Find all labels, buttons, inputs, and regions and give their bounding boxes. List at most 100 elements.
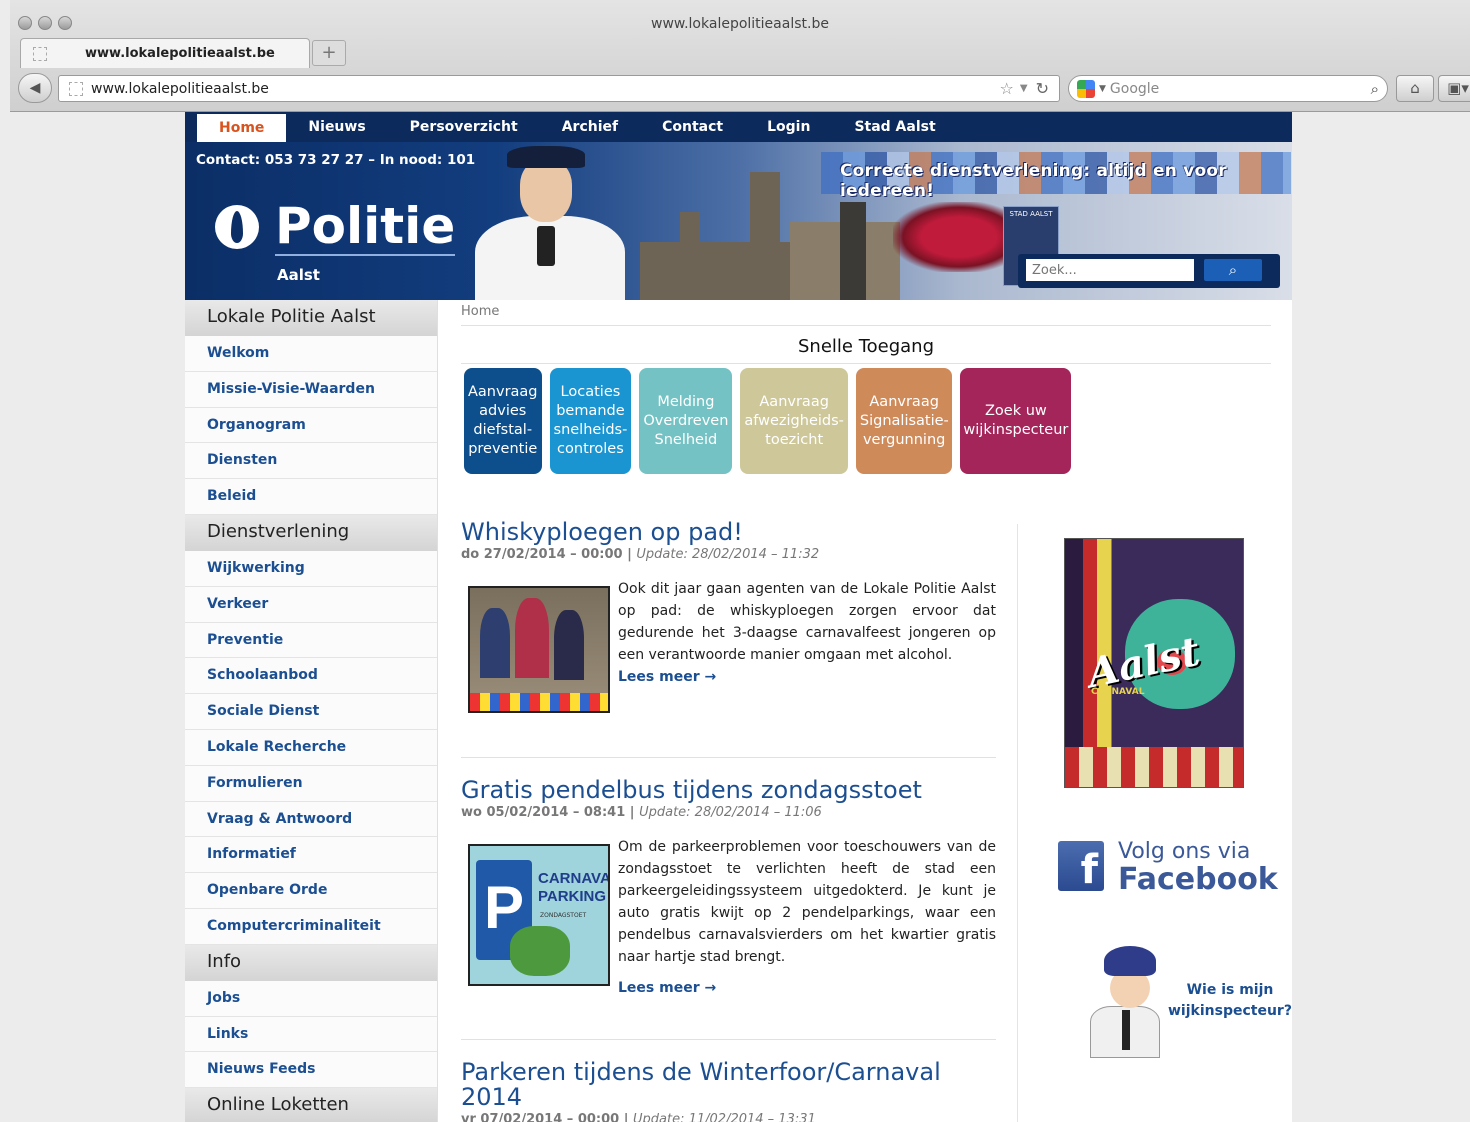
right-column: Aalst CARNAVAL f Volg ons via Facebook W… (1017, 524, 1292, 1122)
quick-access-tile[interactable]: Zoek uw wijkinspecteur (960, 368, 1072, 474)
sidebar-item[interactable]: Nieuws Feeds (185, 1052, 437, 1089)
sidebar-item[interactable]: Informatief (185, 837, 437, 874)
page-icon (69, 81, 83, 96)
parking-subtitle: ZONDAGSTOET (540, 912, 587, 919)
logo-subtitle: Aalst (277, 266, 320, 284)
quick-access-tile[interactable]: Aanvraag Signalisatie-vergunning (855, 368, 953, 474)
quick-access-tile[interactable]: Locaties bemande snelheids-controles (549, 368, 632, 474)
news-article: Parkeren tijdens de Winterfoor/Carnaval … (461, 1040, 996, 1122)
website: Home Nieuws Persoverzicht Archief Contac… (185, 112, 1292, 1122)
facebook-icon: f (1058, 841, 1104, 893)
facebook-line2: Facebook (1118, 862, 1278, 897)
article-meta: vr 07/02/2014 – 00:00 | Update: 11/02/20… (461, 1112, 996, 1122)
new-tab-button[interactable]: + (312, 40, 346, 66)
quick-access-tile[interactable]: Aanvraag advies diefstal-preventie (464, 368, 542, 474)
nav-login[interactable]: Login (745, 112, 832, 142)
wijkinspecteur-illustration[interactable] (1086, 944, 1162, 1060)
search-icon: ⌕ (1228, 261, 1238, 279)
navigation-toolbar: ◀ www.lokalepolitieaalst.be ☆ ▼ ↻ ▼ Goog… (10, 70, 1470, 110)
address-bar[interactable]: www.lokalepolitieaalst.be ☆ ▼ ↻ (58, 75, 1060, 102)
read-more-link[interactable]: Lees meer → (618, 669, 716, 685)
header-banner: Contact: 053 73 27 27 – In nood: 101 Pol… (185, 142, 1292, 300)
sidebar: Lokale Politie Aalst Welkom Missie-Visie-W… (185, 300, 438, 1122)
search-input[interactable] (1026, 259, 1194, 281)
top-navigation: Home Nieuws Persoverzicht Archief Contac… (185, 112, 1292, 142)
tagline: Correcte dienstverlening: altijd en voor… (840, 161, 1227, 201)
page-icon (33, 46, 47, 61)
sidebar-section-title: Lokale Politie Aalst (185, 300, 437, 336)
carnival-mask-photo (893, 202, 1003, 272)
url-text[interactable]: www.lokalepolitieaalst.be (91, 81, 1000, 97)
article-date: vr 07/02/2014 – 00:00 (461, 1112, 620, 1122)
article-meta: do 27/02/2014 – 00:00 | Update: 28/02/20… (461, 547, 820, 562)
sidebar-item[interactable]: Verkeer (185, 586, 437, 623)
nav-nieuws[interactable]: Nieuws (286, 112, 387, 142)
article-title[interactable]: Parkeren tijdens de Winterfoor/Carnaval … (461, 1060, 961, 1110)
breadcrumb[interactable]: Home (461, 300, 1271, 326)
search-icon[interactable]: ⌕ (1371, 80, 1379, 98)
police-flame-icon (215, 205, 259, 249)
sidebar-item[interactable]: Preventie (185, 622, 437, 659)
search-button[interactable]: ⌕ (1204, 259, 1262, 281)
sidebar-item[interactable]: Sociale Dienst (185, 694, 437, 730)
sidebar-item[interactable]: Formulieren (185, 765, 437, 802)
browser-tab[interactable]: www.lokalepolitieaalst.be (20, 38, 310, 68)
history-dropdown-icon[interactable]: ▼ (1020, 83, 1028, 94)
sidebar-item[interactable]: Links (185, 1016, 437, 1053)
article-title[interactable]: Whiskyploegen op pad! (461, 520, 996, 545)
reload-icon[interactable]: ↻ (1036, 79, 1049, 98)
back-button[interactable]: ◀ (18, 73, 52, 103)
quick-access-tile[interactable]: Melding Overdreven Snelheid (639, 368, 733, 474)
read-more-link[interactable]: Lees meer → (618, 980, 716, 996)
news-article: Whiskyploegen op pad! do 27/02/2014 – 00… (461, 520, 996, 758)
sidebar-item[interactable]: Schoolaanbod (185, 658, 437, 695)
article-update: Update: 28/02/2014 – 11:06 (639, 805, 822, 820)
sidebar-item[interactable]: Missie-Visie-Waarden (185, 371, 437, 408)
sidebar-item[interactable]: Wijkwerking (185, 550, 437, 587)
browser-chrome: www.lokalepolitieaalst.be www.lokalepoli… (10, 0, 1470, 112)
sidebar-item[interactable]: Diensten (185, 443, 437, 480)
nav-home[interactable]: Home (197, 114, 287, 142)
police-officer-photo (465, 146, 635, 300)
carnaval-poster[interactable]: Aalst CARNAVAL (1064, 538, 1244, 788)
engine-dropdown-icon[interactable]: ▼ (1099, 84, 1106, 94)
sidebar-item[interactable]: Openbare Orde (185, 873, 437, 909)
politie-logo[interactable]: Politie (215, 198, 456, 256)
sidebar-item[interactable]: Computercriminaliteit (185, 908, 437, 945)
sidebar-item[interactable]: Welkom (185, 336, 437, 372)
article-thumbnail[interactable] (468, 586, 610, 713)
poster-subtitle: CARNAVAL (1091, 687, 1145, 697)
article-thumbnail[interactable]: P CARNAVALS PARKING ZONDAGSTOET (468, 844, 610, 986)
sidebar-item[interactable]: Beleid (185, 479, 437, 515)
article-body: Ook dit jaar gaan agenten van de Lokale … (461, 578, 996, 713)
quick-access-title: Snelle Toegang (461, 336, 1271, 364)
quick-access-tile[interactable]: Aanvraag afwezigheids-toezicht (740, 368, 848, 474)
sidebar-item[interactable]: Lokale Recherche (185, 729, 437, 766)
home-button[interactable]: ⌂ (1396, 75, 1434, 102)
search-engine-placeholder[interactable]: Google (1110, 81, 1371, 97)
nav-archief[interactable]: Archief (540, 112, 640, 142)
sidebar-item[interactable]: Jobs (185, 980, 437, 1017)
sidebar-section-title: Dienstverlening (185, 514, 437, 551)
search-engine-bar[interactable]: ▼ Google ⌕ (1068, 75, 1388, 102)
nav-persoverzicht[interactable]: Persoverzicht (388, 112, 540, 142)
nav-stad-aalst[interactable]: Stad Aalst (832, 112, 957, 142)
nav-contact[interactable]: Contact (640, 112, 745, 142)
sidebar-item[interactable]: Organogram (185, 407, 437, 444)
sidebar-section-title: Info (185, 944, 437, 981)
article-update: Update: 11/02/2014 – 13:31 (633, 1112, 816, 1122)
article-title[interactable]: Gratis pendelbus tijdens zondagsstoet (461, 778, 996, 803)
bookmark-star-icon[interactable]: ☆ (1000, 79, 1014, 98)
article-summary: Ook dit jaar gaan agenten van de Lokale … (618, 581, 996, 663)
wijkinspecteur-link[interactable]: Wie is mijn wijkinspecteur? (1168, 980, 1292, 1022)
google-icon (1077, 79, 1095, 98)
sidebar-item[interactable]: Vraag & Antwoord (185, 801, 437, 838)
parking-title: CARNAVALS PARKING (538, 870, 610, 905)
sidebar-section-title: Online Loketten (185, 1088, 437, 1122)
main-content: Home Snelle Toegang Aanvraag advies dief… (461, 300, 1271, 1122)
bookmarks-button[interactable]: ▣▾ (1438, 75, 1470, 102)
tab-title: www.lokalepolitieaalst.be (85, 46, 275, 61)
article-date: wo 05/02/2014 – 08:41 (461, 805, 626, 820)
facebook-promo[interactable]: f Volg ons via Facebook (1058, 838, 1278, 897)
quick-access-tiles: Aanvraag advies diefstal-preventie Locati… (464, 368, 1072, 474)
